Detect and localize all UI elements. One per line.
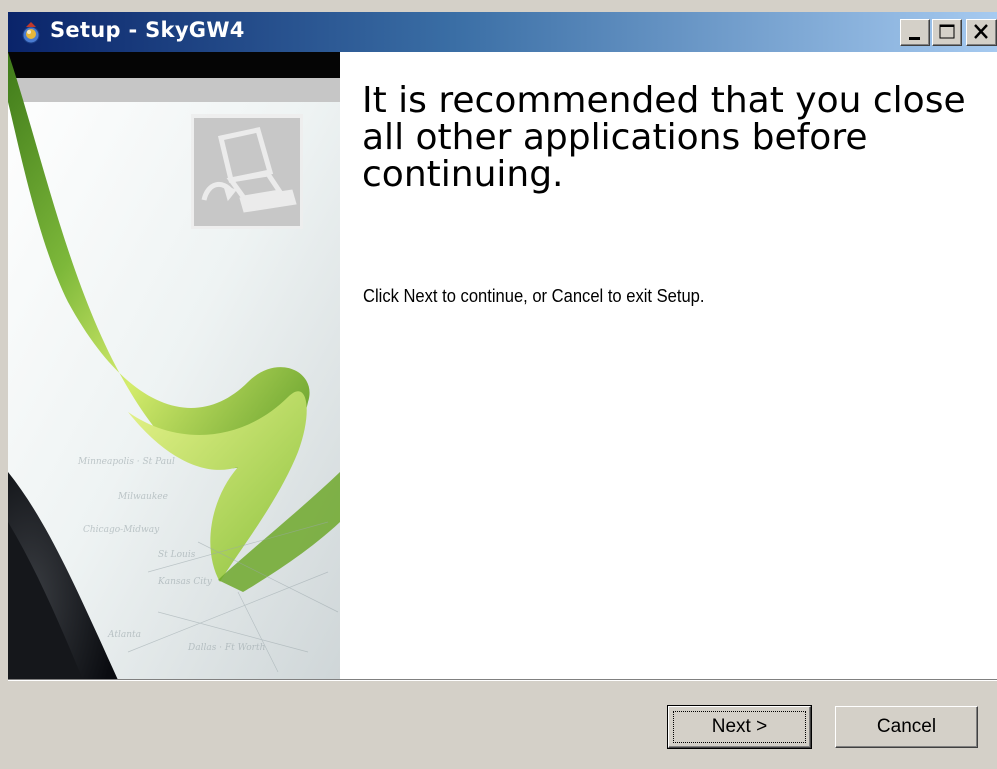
page-heading: It is recommended that you close all oth… <box>362 80 966 195</box>
button-bar: Next > Cancel <box>8 681 997 769</box>
svg-text:Kansas City: Kansas City <box>157 577 213 587</box>
maximize-button[interactable] <box>932 19 962 46</box>
svg-text:St Louis: St Louis <box>158 550 196 560</box>
title-bar[interactable]: Setup - SkyGW4 <box>8 12 997 52</box>
wizard-page: Minneapolis · St Paul Milwaukee Chicago-… <box>8 52 997 680</box>
svg-text:Chicago-Midway: Chicago-Midway <box>83 525 160 535</box>
instruction-text: Click Next to continue, or Cancel to exi… <box>363 286 705 306</box>
cancel-button-label: Cancel <box>876 716 937 737</box>
minimize-button[interactable] <box>900 19 930 46</box>
svg-text:Atlanta: Atlanta <box>107 630 141 640</box>
next-button-label: Next > <box>711 716 768 737</box>
wizard-side-image: Minneapolis · St Paul Milwaukee Chicago-… <box>8 52 340 680</box>
window-title: Setup - SkyGW4 <box>50 18 245 42</box>
close-button[interactable] <box>966 19 997 46</box>
maximize-icon <box>939 24 955 39</box>
cancel-button[interactable]: Cancel <box>835 706 978 748</box>
svg-text:Minneapolis · St Paul: Minneapolis · St Paul <box>77 457 175 467</box>
setup-window: Setup - SkyGW4 Minneapolis · St Paul Mil… <box>0 0 997 769</box>
minimize-icon <box>909 37 920 40</box>
close-icon <box>974 24 988 39</box>
svg-text:Milwaukee: Milwaukee <box>117 492 168 502</box>
setup-icon <box>22 22 40 44</box>
next-button[interactable]: Next > <box>667 705 812 749</box>
svg-text:Dallas · Ft Worth: Dallas · Ft Worth <box>187 643 265 653</box>
